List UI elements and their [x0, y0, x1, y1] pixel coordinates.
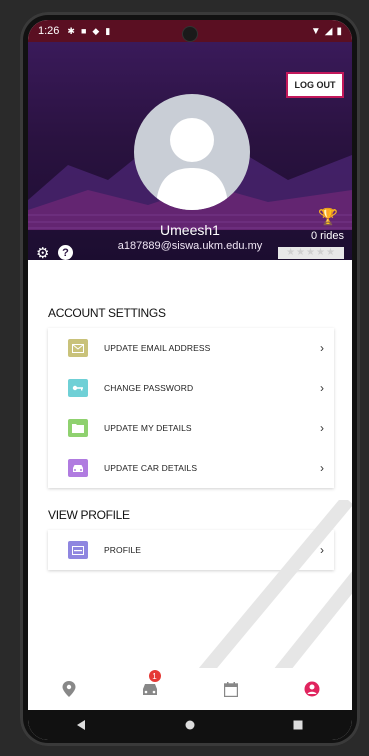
- chevron-right-icon: ›: [320, 461, 324, 475]
- recents-icon[interactable]: [293, 720, 303, 730]
- shield-status-icon: ◆: [92, 25, 100, 36]
- update-email-row[interactable]: UPDATE EMAIL ADDRESS ›: [48, 328, 334, 368]
- wifi-icon: ▼: [310, 25, 321, 37]
- sd-status-icon: ▮: [105, 25, 111, 36]
- nav-calendar[interactable]: [216, 674, 246, 704]
- chevron-right-icon: ›: [320, 543, 324, 557]
- car-icon: [68, 459, 88, 477]
- profile-card-icon: [68, 541, 88, 559]
- update-details-row[interactable]: UPDATE MY DETAILS ›: [48, 408, 334, 448]
- device-frame: 1:26 ✱ ■ ◆ ▮ ▼ ◢ ▮ LOG OUT Umeesh1 a1878…: [0, 0, 369, 756]
- account-settings-card: UPDATE EMAIL ADDRESS › CHANGE PASSWORD ›…: [48, 328, 334, 488]
- update-email-label: UPDATE EMAIL ADDRESS: [104, 343, 211, 353]
- profile-label: PROFILE: [104, 545, 142, 555]
- battery-icon: ▮: [336, 25, 342, 37]
- chevron-right-icon: ›: [320, 421, 324, 435]
- notification-badge: 1: [148, 670, 161, 682]
- user-silhouette-icon: [156, 118, 228, 210]
- nav-rides[interactable]: 1: [135, 670, 165, 704]
- trophy-icon: 🏆: [318, 209, 338, 226]
- username: Umeesh1: [160, 222, 220, 238]
- status-notification-icons: ✱ ■ ◆ ▮: [67, 26, 110, 37]
- bottom-navigation: 1: [28, 668, 352, 710]
- change-password-label: CHANGE PASSWORD: [104, 383, 194, 393]
- folder-icon: [68, 419, 88, 437]
- logout-button[interactable]: LOG OUT: [286, 72, 344, 98]
- key-icon: [68, 379, 88, 397]
- notification-status-icon: ■: [80, 25, 87, 36]
- chevron-right-icon: ›: [320, 381, 324, 395]
- calendar-icon: [223, 681, 238, 697]
- home-icon[interactable]: [185, 720, 195, 730]
- nav-location[interactable]: [54, 674, 84, 704]
- settings-status-icon: ✱: [67, 25, 75, 36]
- profile-row[interactable]: PROFILE ›: [48, 530, 334, 570]
- car-icon: [142, 683, 157, 695]
- update-details-label: UPDATE MY DETAILS: [104, 423, 192, 433]
- account-settings-title: ACCOUNT SETTINGS: [48, 306, 166, 320]
- front-camera: [182, 26, 198, 42]
- screen: 1:26 ✱ ■ ◆ ▮ ▼ ◢ ▮ LOG OUT Umeesh1 a1878…: [28, 20, 352, 740]
- update-car-label: UPDATE CAR DETAILS: [104, 463, 198, 473]
- update-car-row[interactable]: UPDATE CAR DETAILS ›: [48, 448, 334, 488]
- email-icon: [68, 339, 88, 357]
- view-profile-card: PROFILE ›: [48, 530, 334, 570]
- gear-icon[interactable]: ⚙: [36, 244, 49, 260]
- system-navigation-bar: [28, 710, 352, 740]
- signal-icon: ◢: [324, 25, 333, 37]
- status-time: 1:26: [38, 25, 60, 37]
- profile-header: LOG OUT Umeesh1 a187889@siswa.ukm.edu.my…: [28, 42, 352, 260]
- user-icon: [304, 681, 319, 697]
- back-icon[interactable]: [77, 720, 87, 730]
- rating-stars: ★★★★★: [278, 247, 344, 259]
- chevron-right-icon: ›: [320, 341, 324, 355]
- phone-body: 1:26 ✱ ■ ◆ ▮ ▼ ◢ ▮ LOG OUT Umeesh1 a1878…: [20, 12, 360, 746]
- avatar[interactable]: [134, 94, 250, 210]
- location-icon: [62, 681, 75, 697]
- status-system-icons: ▼ ◢ ▮: [311, 26, 342, 37]
- change-password-row[interactable]: CHANGE PASSWORD ›: [48, 368, 334, 408]
- nav-profile[interactable]: [297, 674, 327, 704]
- help-icon[interactable]: ?: [58, 245, 73, 260]
- view-profile-title: VIEW PROFILE: [48, 508, 130, 522]
- rides-count: 0 rides: [310, 230, 344, 242]
